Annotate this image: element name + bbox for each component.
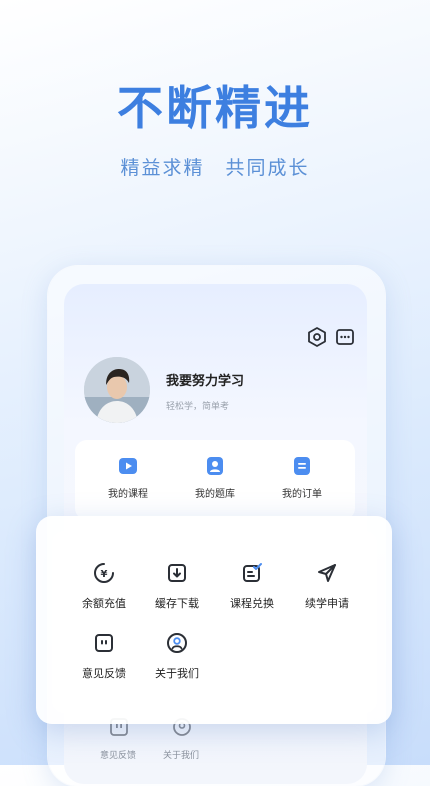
quick-action-label: 我的课程: [108, 489, 148, 500]
promo-headline: 不断精进: [117, 81, 313, 135]
yuan-coin-icon: ¥: [94, 563, 114, 583]
avatar-photo: [84, 357, 150, 423]
user-tagline: 轻松学，简单考: [166, 402, 230, 412]
menu-item-course-redeem[interactable]: 课程兑换: [213, 561, 291, 611]
username: 我要努力学习: [166, 374, 245, 389]
promo-subheadline: 精益求精 共同成长: [120, 157, 310, 179]
quick-action-my-question-bank[interactable]: 我的题库: [180, 455, 250, 500]
menu-item-label: 续学申请: [305, 597, 349, 610]
popup-menu-panel: [52, 531, 377, 713]
quick-action-label: 我的题库: [195, 489, 235, 500]
menu-item-label: 课程兑换: [230, 597, 274, 610]
quick-action-label: 我的订单: [282, 489, 322, 500]
menu-item-label: 意见反馈: [82, 667, 126, 680]
background-item-label: 关于我们: [163, 751, 200, 761]
message-icon[interactable]: [334, 326, 356, 348]
quick-action-my-orders[interactable]: 我的订单: [267, 455, 337, 500]
avatar[interactable]: [84, 357, 150, 423]
menu-item-about-us[interactable]: 关于我们: [138, 631, 216, 681]
feedback-icon: [95, 634, 113, 652]
svg-text:¥: ¥: [101, 569, 108, 580]
order-list-icon: [294, 457, 310, 475]
menu-item-recharge[interactable]: ¥ 余额充值: [65, 561, 143, 611]
settings-gear-icon[interactable]: [306, 326, 328, 348]
menu-item-label: 关于我们: [155, 667, 199, 680]
redeem-check-icon: [243, 563, 262, 582]
paper-plane-icon: [318, 564, 336, 582]
play-video-icon: [119, 458, 137, 474]
about-us-icon: [167, 633, 187, 653]
download-icon: [168, 564, 186, 582]
menu-item-cache-download[interactable]: 缓存下载: [138, 561, 216, 611]
menu-item-label: 缓存下载: [155, 597, 199, 610]
quick-action-my-courses[interactable]: 我的课程: [93, 455, 163, 500]
menu-item-label: 余额充值: [82, 597, 126, 610]
menu-item-continue-study[interactable]: 续学申请: [288, 561, 366, 611]
background-item-label: 意见反馈: [100, 751, 137, 761]
user-badge-icon: [207, 457, 223, 475]
menu-item-feedback[interactable]: 意见反馈: [65, 631, 143, 681]
